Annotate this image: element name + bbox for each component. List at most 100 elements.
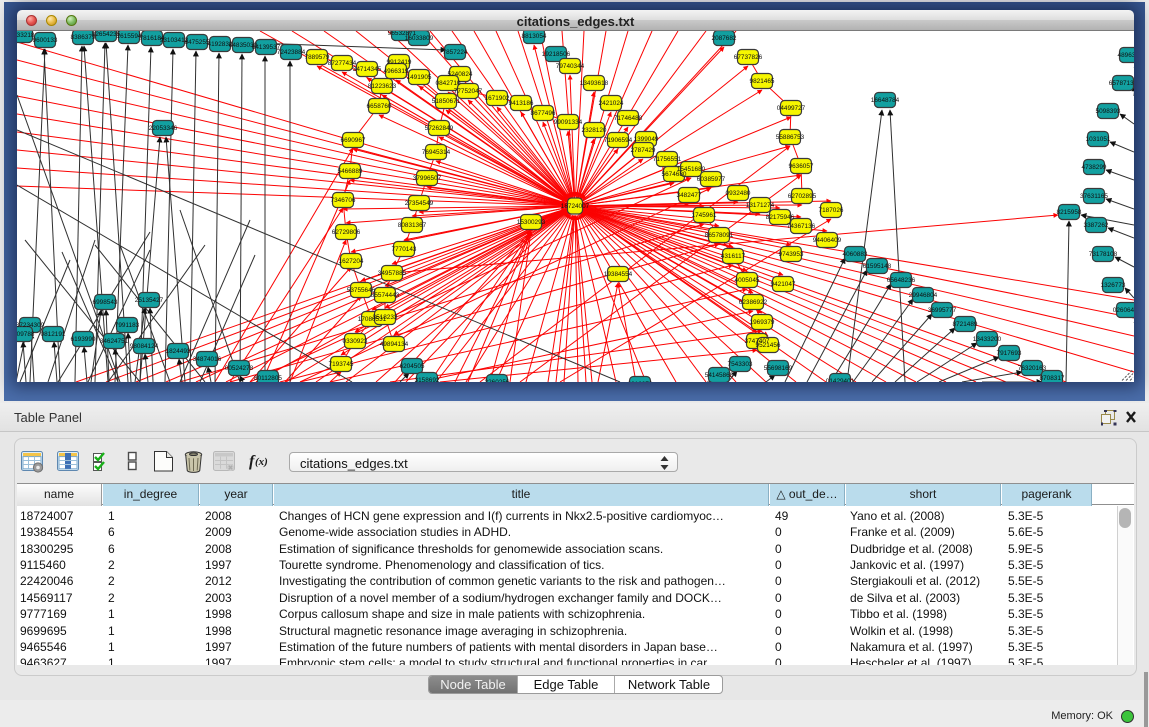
svg-text:9600133: 9600133 bbox=[33, 37, 58, 44]
svg-text:3387262: 3387262 bbox=[1084, 222, 1109, 229]
svg-text:9413186: 9413186 bbox=[509, 100, 534, 107]
svg-text:29946804: 29946804 bbox=[909, 292, 938, 299]
svg-text:25135427: 25135427 bbox=[135, 297, 164, 304]
svg-text:34957885: 34957885 bbox=[378, 270, 407, 277]
svg-text:87234309: 87234309 bbox=[17, 322, 45, 329]
svg-text:0932480: 0932480 bbox=[726, 190, 751, 197]
svg-text:34874016: 34874016 bbox=[193, 356, 222, 363]
svg-text:19218506: 19218506 bbox=[542, 51, 571, 58]
svg-text:5009788: 5009788 bbox=[17, 331, 35, 338]
svg-text:98084124: 98084124 bbox=[130, 343, 159, 350]
svg-text:5098393: 5098393 bbox=[1096, 108, 1121, 115]
svg-text:15300293: 15300293 bbox=[517, 219, 546, 226]
svg-text:49894134: 49894134 bbox=[380, 341, 409, 348]
svg-text:7917693: 7917693 bbox=[997, 350, 1022, 357]
svg-text:(x): (x) bbox=[255, 456, 268, 468]
svg-text:6998543: 6998543 bbox=[93, 299, 118, 306]
svg-text:2328120: 2328120 bbox=[582, 127, 607, 134]
svg-text:36995777: 36995777 bbox=[928, 307, 957, 314]
svg-text:9912419: 9912419 bbox=[387, 59, 412, 66]
svg-text:5466889: 5466889 bbox=[338, 168, 363, 175]
svg-text:9521456: 9521456 bbox=[756, 342, 781, 349]
svg-text:67737826: 67737826 bbox=[734, 54, 763, 61]
svg-text:19384554: 19384554 bbox=[604, 271, 633, 278]
svg-text:7991183: 7991183 bbox=[115, 322, 140, 329]
svg-text:81223623: 81223623 bbox=[368, 83, 397, 90]
svg-text:7193745: 7193745 bbox=[329, 361, 354, 368]
svg-text:1491905: 1491905 bbox=[407, 74, 432, 81]
svg-text:77752047: 77752047 bbox=[454, 88, 483, 95]
svg-text:34714345: 34714345 bbox=[353, 66, 382, 73]
svg-text:57262849: 57262849 bbox=[425, 125, 454, 132]
svg-text:4060883: 4060883 bbox=[843, 251, 868, 258]
svg-text:6690967: 6690967 bbox=[341, 137, 366, 144]
svg-text:72423884: 72423884 bbox=[277, 49, 306, 56]
svg-text:99091334: 99091334 bbox=[554, 119, 583, 126]
svg-text:5240824: 5240824 bbox=[448, 71, 473, 78]
svg-text:13433200: 13433200 bbox=[973, 336, 1002, 343]
svg-text:6193990: 6193990 bbox=[71, 336, 96, 343]
svg-text:3482477: 3482477 bbox=[677, 192, 702, 199]
svg-text:82175946: 82175946 bbox=[766, 214, 795, 221]
svg-text:65648236: 65648236 bbox=[887, 277, 916, 284]
svg-text:6658760: 6658760 bbox=[367, 103, 392, 110]
svg-text:7346706: 7346706 bbox=[331, 197, 356, 204]
svg-text:79740344: 79740344 bbox=[556, 63, 585, 70]
svg-text:27354549: 27354549 bbox=[405, 200, 434, 207]
svg-text:37631165: 37631165 bbox=[1080, 193, 1108, 200]
svg-text:37996507: 37996507 bbox=[413, 175, 442, 182]
svg-text:55698169: 55698169 bbox=[764, 365, 793, 372]
svg-text:9421047: 9421047 bbox=[771, 281, 796, 288]
svg-text:16033809: 16033809 bbox=[405, 35, 434, 42]
svg-text:1031051: 1031051 bbox=[1086, 136, 1111, 143]
svg-text:4316117: 4316117 bbox=[721, 253, 746, 260]
svg-text:94406409: 94406409 bbox=[813, 237, 842, 244]
svg-text:4005045: 4005045 bbox=[735, 277, 760, 284]
svg-text:60385977: 60385977 bbox=[697, 176, 726, 183]
svg-text:62702895: 62702895 bbox=[788, 193, 817, 200]
svg-text:51850671: 51850671 bbox=[432, 98, 461, 105]
svg-text:22053346: 22053346 bbox=[149, 125, 178, 132]
svg-text:18724007: 18724007 bbox=[561, 203, 590, 210]
svg-text:1745961: 1745961 bbox=[692, 212, 717, 219]
svg-text:74367136: 74367136 bbox=[787, 223, 816, 230]
svg-text:55886753: 55886753 bbox=[776, 134, 805, 141]
svg-text:76945314: 76945314 bbox=[422, 149, 451, 156]
svg-text:54145868: 54145868 bbox=[705, 372, 734, 379]
svg-text:1969379: 1969379 bbox=[750, 319, 775, 326]
svg-text:00524278: 00524278 bbox=[225, 365, 254, 372]
svg-text:9636057: 9636057 bbox=[789, 163, 814, 170]
svg-text:62729806: 62729806 bbox=[332, 229, 361, 236]
svg-text:2087682: 2087682 bbox=[712, 35, 737, 42]
svg-text:80831367: 80831367 bbox=[398, 222, 427, 229]
svg-text:0842710: 0842710 bbox=[436, 80, 461, 87]
svg-text:0812191: 0812191 bbox=[41, 331, 66, 338]
svg-text:13171274: 13171274 bbox=[746, 202, 775, 209]
svg-text:04499727: 04499727 bbox=[777, 105, 806, 112]
svg-text:71906594: 71906594 bbox=[604, 137, 633, 144]
svg-text:15451680: 15451680 bbox=[677, 166, 706, 173]
svg-text:7187026: 7187026 bbox=[819, 207, 844, 214]
svg-text:8708317: 8708317 bbox=[1040, 375, 1065, 382]
svg-text:8677496: 8677496 bbox=[531, 110, 556, 117]
svg-text:80112805: 80112805 bbox=[254, 375, 282, 382]
svg-text:16648784: 16648784 bbox=[871, 97, 900, 104]
svg-text:2421024: 2421024 bbox=[599, 100, 624, 107]
svg-text:7543303: 7543303 bbox=[728, 361, 753, 368]
svg-text:71756551: 71756551 bbox=[653, 156, 682, 163]
svg-text:4966319: 4966319 bbox=[384, 68, 409, 75]
svg-text:62386922: 62386922 bbox=[739, 299, 768, 306]
svg-text:6475255: 6475255 bbox=[185, 39, 210, 46]
svg-text:4738299: 4738299 bbox=[1082, 164, 1107, 171]
svg-text:0330923: 0330923 bbox=[343, 338, 368, 345]
svg-text:7889579: 7889579 bbox=[305, 54, 330, 61]
svg-text:13493618: 13493618 bbox=[580, 80, 609, 87]
svg-text:34624751: 34624751 bbox=[100, 338, 129, 345]
svg-text:01429401: 01429401 bbox=[826, 378, 855, 382]
svg-text:02606474: 02606474 bbox=[1113, 307, 1134, 314]
svg-text:7770143: 7770143 bbox=[392, 246, 417, 253]
svg-text:1615594: 1615594 bbox=[117, 33, 142, 40]
svg-text:8721489: 8721489 bbox=[953, 321, 978, 328]
svg-text:1399049: 1399049 bbox=[634, 136, 659, 143]
svg-text:7857224: 7857224 bbox=[443, 49, 468, 56]
